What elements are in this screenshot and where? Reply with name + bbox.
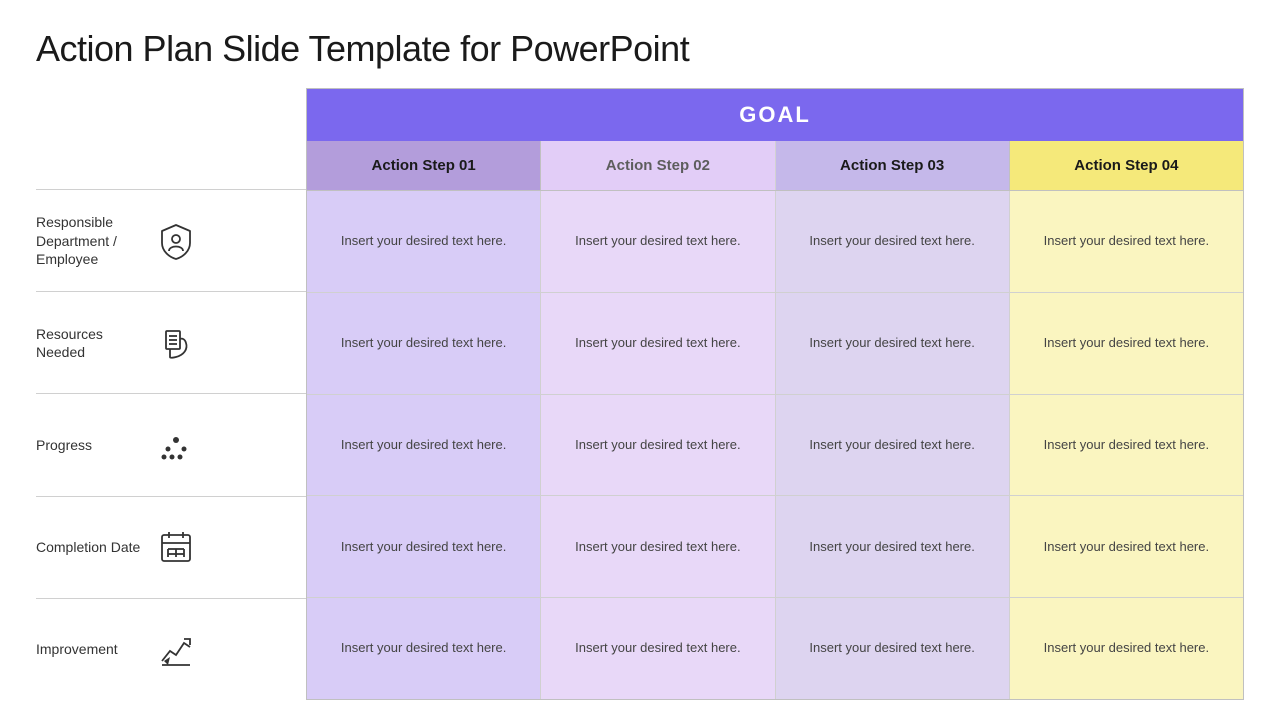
cell-responsible-01[interactable]: Insert your desired text here. — [307, 191, 541, 292]
cell-improvement-01[interactable]: Insert your desired text here. — [307, 598, 541, 699]
goal-label: GOAL — [739, 102, 811, 128]
cell-completion-01[interactable]: Insert your desired text here. — [307, 496, 541, 597]
step-header-03: Action Step 03 — [776, 141, 1010, 190]
cell-responsible-04[interactable]: Insert your desired text here. — [1010, 191, 1243, 292]
steps-header-row: Action Step 01 Action Step 02 Action Ste… — [307, 141, 1243, 191]
cell-completion-02[interactable]: Insert your desired text here. — [541, 496, 775, 597]
row-label-progress: Progress — [36, 436, 151, 454]
row-label-responsible: Responsible Department / Employee — [36, 213, 151, 268]
cell-resources-04[interactable]: Insert your desired text here. — [1010, 293, 1243, 394]
cell-improvement-03[interactable]: Insert your desired text here. — [776, 598, 1010, 699]
calendar-icon — [151, 527, 201, 567]
data-row-completion: Insert your desired text here. Insert yo… — [307, 496, 1243, 598]
left-row-progress: Progress — [36, 394, 306, 496]
cell-completion-04[interactable]: Insert your desired text here. — [1010, 496, 1243, 597]
goal-spacer — [36, 88, 306, 140]
data-row-responsible: Insert your desired text here. Insert yo… — [307, 191, 1243, 293]
table-wrapper: Responsible Department / Employee Resour… — [36, 88, 1244, 700]
cell-resources-02[interactable]: Insert your desired text here. — [541, 293, 775, 394]
cell-improvement-04[interactable]: Insert your desired text here. — [1010, 598, 1243, 699]
step-header-02: Action Step 02 — [541, 141, 775, 190]
data-row-resources: Insert your desired text here. Insert yo… — [307, 293, 1243, 395]
cell-progress-03[interactable]: Insert your desired text here. — [776, 395, 1010, 496]
step-header-01: Action Step 01 — [307, 141, 541, 190]
left-row-resources: Resources Needed — [36, 292, 306, 394]
row-label-improvement: Improvement — [36, 640, 151, 658]
data-row-progress: Insert your desired text here. Insert yo… — [307, 395, 1243, 497]
data-row-improvement: Insert your desired text here. Insert yo… — [307, 598, 1243, 699]
cell-resources-01[interactable]: Insert your desired text here. — [307, 293, 541, 394]
cell-responsible-02[interactable]: Insert your desired text here. — [541, 191, 775, 292]
step-header-04: Action Step 04 — [1010, 141, 1243, 190]
left-row-responsible: Responsible Department / Employee — [36, 190, 306, 292]
page-title: Action Plan Slide Template for PowerPoin… — [36, 28, 1244, 70]
cell-responsible-03[interactable]: Insert your desired text here. — [776, 191, 1010, 292]
shield-icon — [151, 221, 201, 261]
resources-icon — [151, 323, 201, 363]
cell-progress-02[interactable]: Insert your desired text here. — [541, 395, 775, 496]
page-container: Action Plan Slide Template for PowerPoin… — [0, 0, 1280, 720]
cell-progress-01[interactable]: Insert your desired text here. — [307, 395, 541, 496]
cell-resources-03[interactable]: Insert your desired text here. — [776, 293, 1010, 394]
cell-completion-03[interactable]: Insert your desired text here. — [776, 496, 1010, 597]
data-rows: Insert your desired text here. Insert yo… — [307, 191, 1243, 699]
improvement-icon — [151, 629, 201, 669]
left-row-completion: Completion Date — [36, 497, 306, 599]
row-label-resources: Resources Needed — [36, 325, 151, 361]
goal-row: GOAL — [307, 89, 1243, 141]
row-label-completion: Completion Date — [36, 538, 151, 556]
cell-improvement-02[interactable]: Insert your desired text here. — [541, 598, 775, 699]
progress-icon — [151, 425, 201, 465]
cell-progress-04[interactable]: Insert your desired text here. — [1010, 395, 1243, 496]
step-spacer — [36, 140, 306, 190]
left-row-improvement: Improvement — [36, 599, 306, 700]
left-col: Responsible Department / Employee Resour… — [36, 88, 306, 700]
main-table: GOAL Action Step 01 Action Step 02 Actio… — [306, 88, 1244, 700]
